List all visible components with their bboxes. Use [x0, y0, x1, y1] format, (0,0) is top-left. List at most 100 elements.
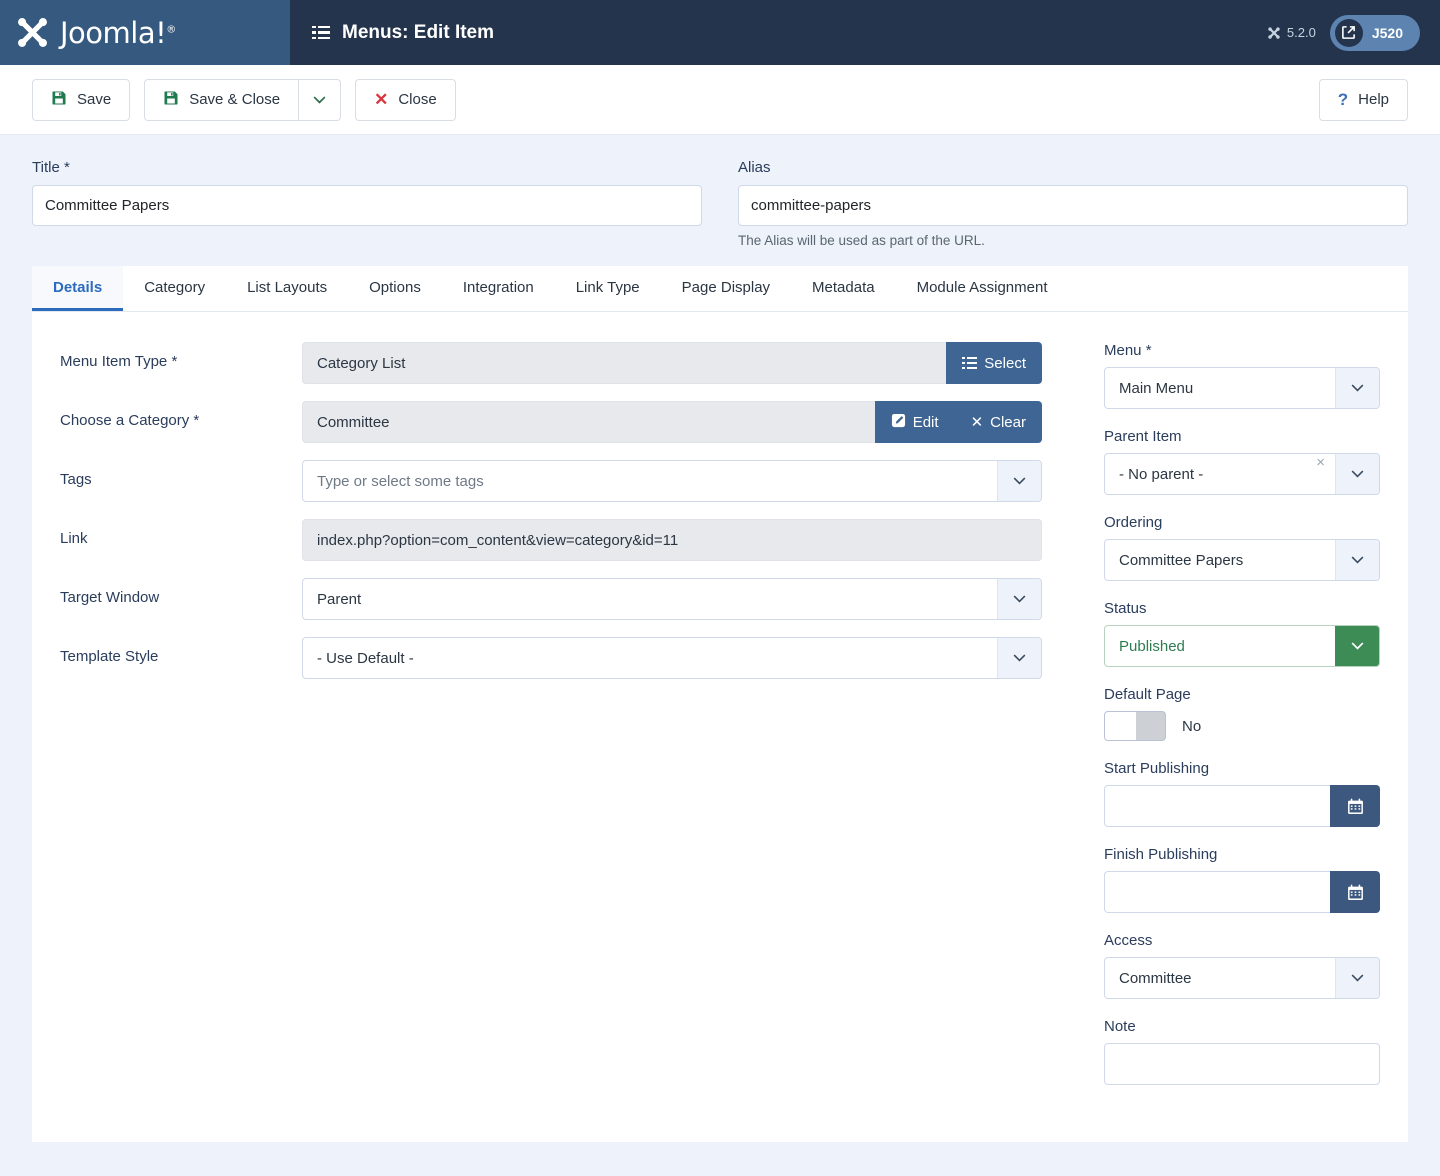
version-number: 5.2.0 — [1287, 25, 1316, 40]
joomla-version: 5.2.0 — [1267, 25, 1316, 40]
status-select[interactable]: Published — [1104, 625, 1380, 667]
tags-select[interactable]: Type or select some tags — [302, 460, 1042, 502]
note-label: Note — [1104, 1018, 1380, 1035]
tab-metadata[interactable]: Metadata — [791, 266, 896, 311]
calendar-icon — [1347, 798, 1364, 815]
choose-category-label: Choose a Category * — [60, 401, 302, 429]
clear-button-label: Clear — [990, 414, 1026, 431]
alias-field-group: Alias The Alias will be used as part of … — [738, 159, 1408, 248]
external-link-icon — [1335, 19, 1363, 47]
close-button[interactable]: ✕ Close — [355, 79, 456, 121]
details-main-column: Menu Item Type * Category List Select — [32, 342, 1072, 1104]
chevron-down-icon — [1351, 974, 1364, 982]
template-style-dropdown-toggle[interactable] — [997, 638, 1041, 678]
list-icon — [312, 26, 330, 40]
title-field-group: Title * — [32, 159, 702, 248]
help-button-label: Help — [1358, 91, 1389, 108]
editor-toolbar: Save Save & Close — [0, 65, 1440, 135]
category-edit-button[interactable]: Edit — [875, 401, 955, 443]
start-publishing-input[interactable] — [1104, 785, 1330, 827]
field-note: Note — [1104, 1018, 1380, 1085]
chevron-down-icon — [1013, 654, 1026, 662]
field-ordering: Ordering Committee Papers — [1104, 514, 1380, 581]
field-finish-publishing: Finish Publishing — [1104, 846, 1380, 913]
save-button[interactable]: Save — [32, 79, 130, 121]
field-access: Access Committee — [1104, 932, 1380, 999]
chevron-down-icon — [1351, 470, 1364, 478]
alias-input[interactable] — [738, 185, 1408, 226]
access-dropdown-toggle[interactable] — [1335, 958, 1379, 998]
app-header: Joomla!® Menus: Edit Item — [0, 0, 1440, 65]
page-title-bar: Menus: Edit Item 5.2.0 — [290, 0, 1440, 65]
access-value: Committee — [1105, 958, 1335, 998]
tags-dropdown-toggle[interactable] — [997, 461, 1041, 501]
tab-integration[interactable]: Integration — [442, 266, 555, 311]
select-button-label: Select — [984, 355, 1026, 372]
field-template-style: Template Style - Use Default - — [60, 637, 1072, 679]
preview-site-label: J520 — [1372, 25, 1403, 41]
field-tags: Tags Type or select some tags — [60, 460, 1072, 502]
alias-label: Alias — [738, 159, 1408, 176]
tab-options[interactable]: Options — [348, 266, 442, 311]
menu-select[interactable]: Main Menu — [1104, 367, 1380, 409]
menu-dropdown-toggle[interactable] — [1335, 368, 1379, 408]
link-label: Link — [60, 519, 302, 547]
template-style-select[interactable]: - Use Default - — [302, 637, 1042, 679]
menu-item-type-value: Category List — [302, 342, 946, 384]
save-dropdown-toggle[interactable] — [298, 79, 341, 121]
save-and-close-label: Save & Close — [189, 91, 280, 108]
start-publishing-calendar-button[interactable] — [1330, 785, 1380, 827]
target-window-label: Target Window — [60, 578, 302, 606]
template-style-value: - Use Default - — [303, 638, 997, 678]
tab-module-assignment[interactable]: Module Assignment — [896, 266, 1069, 311]
tab-details[interactable]: Details — [32, 266, 123, 311]
ordering-select[interactable]: Committee Papers — [1104, 539, 1380, 581]
floppy-disk-icon — [51, 90, 67, 110]
finish-publishing-label: Finish Publishing — [1104, 846, 1380, 863]
list-icon — [962, 357, 977, 369]
save-button-label: Save — [77, 91, 111, 108]
default-page-toggle[interactable] — [1104, 711, 1166, 741]
edit-item-card: Details Category List Layouts Options In… — [32, 266, 1408, 1142]
chevron-down-icon — [1351, 642, 1364, 650]
details-panel: Menu Item Type * Category List Select — [32, 312, 1408, 1104]
brand-area[interactable]: Joomla!® — [0, 0, 290, 65]
status-dropdown-toggle[interactable] — [1335, 626, 1379, 666]
status-label: Status — [1104, 600, 1380, 617]
chevron-down-icon — [1013, 595, 1026, 603]
tab-bar: Details Category List Layouts Options In… — [32, 266, 1408, 312]
ordering-dropdown-toggle[interactable] — [1335, 540, 1379, 580]
pencil-square-icon — [891, 413, 906, 432]
tab-link-type[interactable]: Link Type — [555, 266, 661, 311]
details-side-column: Menu * Main Menu Parent Item - No parent… — [1072, 342, 1408, 1104]
preview-site-button[interactable]: J520 — [1330, 15, 1420, 51]
save-and-close-button[interactable]: Save & Close — [144, 79, 299, 121]
title-input[interactable] — [32, 185, 702, 226]
access-label: Access — [1104, 932, 1380, 949]
help-button[interactable]: ? Help — [1319, 79, 1408, 121]
menu-item-type-select-button[interactable]: Select — [946, 342, 1042, 384]
close-icon: ✕ — [971, 413, 984, 431]
tab-list-layouts[interactable]: List Layouts — [226, 266, 348, 311]
title-label: Title * — [32, 159, 702, 176]
toggle-knob — [1105, 712, 1136, 740]
parent-item-clear-icon[interactable]: × — [1316, 454, 1335, 494]
target-window-dropdown-toggle[interactable] — [997, 579, 1041, 619]
finish-publishing-calendar-button[interactable] — [1330, 871, 1380, 913]
chevron-down-icon — [1351, 556, 1364, 564]
access-select[interactable]: Committee — [1104, 957, 1380, 999]
menu-item-type-label: Menu Item Type * — [60, 342, 302, 370]
default-page-value: No — [1182, 718, 1201, 735]
parent-item-dropdown-toggle[interactable] — [1335, 454, 1379, 494]
note-input[interactable] — [1104, 1043, 1380, 1085]
target-window-select[interactable]: Parent — [302, 578, 1042, 620]
tab-page-display[interactable]: Page Display — [661, 266, 791, 311]
close-icon: ✕ — [374, 91, 388, 108]
brand-registered-mark: ® — [166, 24, 176, 35]
category-clear-button[interactable]: ✕ Clear — [955, 401, 1042, 443]
parent-item-select[interactable]: - No parent - × — [1104, 453, 1380, 495]
save-close-group: Save & Close — [144, 79, 341, 121]
start-publishing-label: Start Publishing — [1104, 760, 1380, 777]
finish-publishing-input[interactable] — [1104, 871, 1330, 913]
tab-category[interactable]: Category — [123, 266, 226, 311]
